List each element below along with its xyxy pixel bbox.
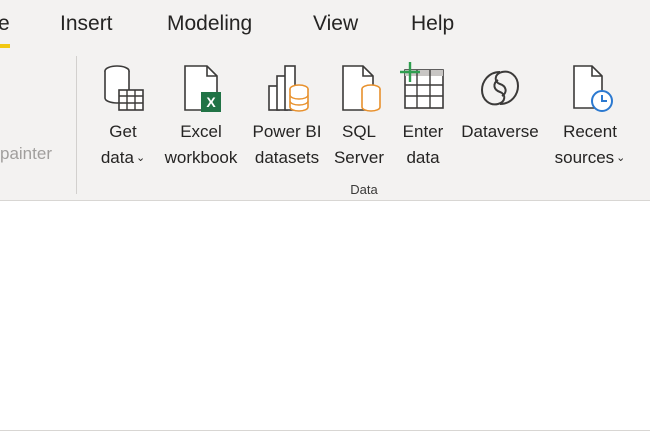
powerbi-label-1: Power BI bbox=[252, 122, 322, 141]
tab-home[interactable]: e bbox=[0, 12, 10, 36]
excel-label-1: Excel bbox=[180, 122, 222, 141]
dataverse-icon bbox=[480, 70, 520, 106]
report-canvas[interactable] bbox=[0, 201, 650, 433]
excel-workbook-button[interactable]: X Excel workbook bbox=[157, 56, 245, 176]
format-painter-label[interactable]: painter bbox=[0, 144, 52, 164]
ribbon: painter Get data ⌄ X Excel workbook Powe… bbox=[0, 48, 650, 201]
excel-file-icon: X bbox=[184, 65, 221, 112]
sql-server-icon bbox=[342, 65, 381, 112]
recent-label-1: Recent bbox=[563, 122, 617, 141]
recent-sources-clock-icon bbox=[573, 65, 613, 112]
enter-data-label-2: data bbox=[406, 148, 440, 167]
chevron-down-icon: ⌄ bbox=[616, 152, 626, 164]
chevron-down-icon: ⌄ bbox=[135, 152, 146, 164]
tab-view[interactable]: View bbox=[313, 12, 358, 36]
sql-server-button[interactable]: SQL Server bbox=[329, 56, 389, 176]
powerbi-window: e Insert Modeling View Help painter Get … bbox=[0, 0, 650, 433]
tab-help[interactable]: Help bbox=[411, 12, 454, 36]
svg-text:X: X bbox=[206, 94, 216, 110]
powerbi-dataset-icon bbox=[268, 65, 309, 112]
bottom-border bbox=[0, 430, 650, 431]
ribbon-tabs: e Insert Modeling View Help bbox=[0, 0, 650, 48]
recent-sources-button[interactable]: Recent sources ⌄ bbox=[548, 56, 632, 176]
powerbi-label-2: datasets bbox=[254, 148, 320, 167]
dataverse-button[interactable]: Dataverse bbox=[456, 56, 544, 176]
tab-modeling[interactable]: Modeling bbox=[167, 12, 252, 36]
sql-label-2: Server bbox=[333, 148, 385, 167]
get-data-label-1: Get bbox=[109, 122, 137, 141]
enter-data-label-1: Enter bbox=[402, 122, 444, 141]
powerbi-datasets-button[interactable]: Power BI datasets bbox=[248, 56, 326, 176]
database-table-icon bbox=[104, 65, 144, 111]
dataverse-label: Dataverse bbox=[461, 122, 539, 141]
get-data-label-2: data bbox=[100, 148, 134, 167]
data-group-label: Data bbox=[350, 182, 378, 197]
get-data-button[interactable]: Get data ⌄ bbox=[92, 56, 154, 176]
enter-data-table-icon bbox=[400, 62, 444, 109]
excel-label-2: workbook bbox=[164, 148, 238, 167]
group-separator bbox=[76, 56, 77, 194]
enter-data-button[interactable]: Enter data bbox=[393, 56, 453, 176]
recent-label-2: sources bbox=[554, 148, 615, 167]
sql-label-1: SQL bbox=[341, 122, 377, 141]
tab-insert[interactable]: Insert bbox=[60, 12, 113, 36]
